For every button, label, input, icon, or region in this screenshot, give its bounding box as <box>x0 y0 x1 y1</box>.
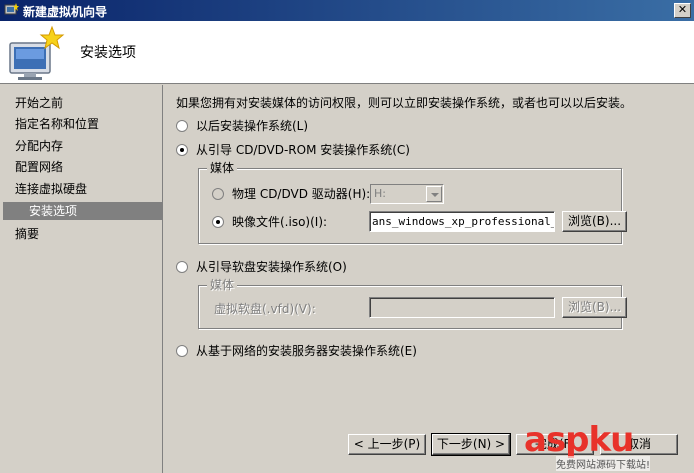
chevron-down-icon[interactable] <box>426 186 442 202</box>
physical-drive-value: H: <box>374 187 386 200</box>
next-button[interactable]: 下一步(N) > <box>431 433 511 456</box>
floppy-media-legend: 媒体 <box>207 278 238 292</box>
option-install-floppy[interactable]: 从引导软盘安装操作系统(O) <box>176 258 347 275</box>
physical-drive-label: 物理 CD/DVD 驱动器(H): <box>232 187 371 201</box>
main-panel: 如果您拥有对安装媒体的访问权限，则可以立即安装操作系统，或者也可以以后安装。 以… <box>164 85 694 473</box>
site-watermark: aspku 免费网站源码下载站! <box>524 420 694 473</box>
intro-text: 如果您拥有对安装媒体的访问权限，则可以立即安装操作系统，或者也可以以后安装。 <box>176 96 633 110</box>
step-connect-virtual-disk[interactable]: 连接虚拟硬盘 <box>15 180 87 198</box>
image-file-path-input[interactable]: ans_windows_xp_professional_wit <box>369 211 555 232</box>
step-installation-options[interactable]: 安装选项 <box>3 202 162 220</box>
image-file-label: 映像文件(.iso)(I): <box>232 215 328 229</box>
vfd-path-input[interactable] <box>369 297 555 318</box>
install-floppy-radio[interactable] <box>176 260 188 273</box>
install-cd-radio[interactable] <box>176 143 188 156</box>
watermark-subtext: 免费网站源码下载站! <box>556 456 651 471</box>
install-later-radio[interactable] <box>176 119 188 132</box>
option-install-later[interactable]: 以后安装操作系统(L) <box>176 117 308 134</box>
install-later-label: 以后安装操作系统(L) <box>196 119 309 133</box>
cd-media-legend: 媒体 <box>207 161 238 175</box>
install-floppy-label: 从引导软盘安装操作系统(O) <box>196 260 347 274</box>
watermark-logo-text: aspku <box>524 420 634 460</box>
step-configure-network[interactable]: 配置网络 <box>15 158 63 176</box>
cd-media-group: 媒体 <box>198 161 622 244</box>
install-cd-label: 从引导 CD/DVD-ROM 安装操作系统(C) <box>196 143 410 157</box>
wizard-header: 安装选项 <box>0 21 694 84</box>
install-network-label: 从基于网络的安装服务器安装操作系统(E) <box>196 344 417 358</box>
physical-drive-radio[interactable] <box>212 187 224 200</box>
install-network-radio[interactable] <box>176 344 188 357</box>
step-summary[interactable]: 摘要 <box>15 225 39 243</box>
step-before-you-begin[interactable]: 开始之前 <box>15 94 63 112</box>
option-physical-drive[interactable]: 物理 CD/DVD 驱动器(H): <box>212 185 370 202</box>
wizard-app-icon <box>4 3 19 15</box>
option-install-network[interactable]: 从基于网络的安装服务器安装操作系统(E) <box>176 342 417 359</box>
image-browse-button[interactable]: 浏览(B)... <box>562 211 627 232</box>
option-install-cd[interactable]: 从引导 CD/DVD-ROM 安装操作系统(C) <box>176 141 410 158</box>
close-button[interactable]: ✕ <box>674 3 691 18</box>
monitor-with-star-icon <box>9 25 65 80</box>
wizard-steps-sidebar: 开始之前 指定名称和位置 分配内存 配置网络 连接虚拟硬盘 安装选项 摘要 <box>0 85 163 473</box>
step-specify-name-location[interactable]: 指定名称和位置 <box>15 115 99 133</box>
physical-drive-select[interactable]: H: <box>370 184 444 204</box>
title-bar[interactable]: 新建虚拟机向导 ✕ <box>0 0 694 21</box>
vfd-label: 虚拟软盘(.vfd)(V): <box>214 302 316 316</box>
prev-button[interactable]: < 上一步(P) <box>348 434 426 455</box>
page-title: 安装选项 <box>80 45 136 61</box>
vfd-browse-button[interactable]: 浏览(B)... <box>562 297 627 318</box>
vfd-row: 虚拟软盘(.vfd)(V): <box>214 300 316 317</box>
step-assign-memory[interactable]: 分配内存 <box>15 137 63 155</box>
window-title: 新建虚拟机向导 <box>23 5 108 19</box>
option-image-file[interactable]: 映像文件(.iso)(I): <box>212 213 327 230</box>
image-file-radio[interactable] <box>212 215 224 228</box>
